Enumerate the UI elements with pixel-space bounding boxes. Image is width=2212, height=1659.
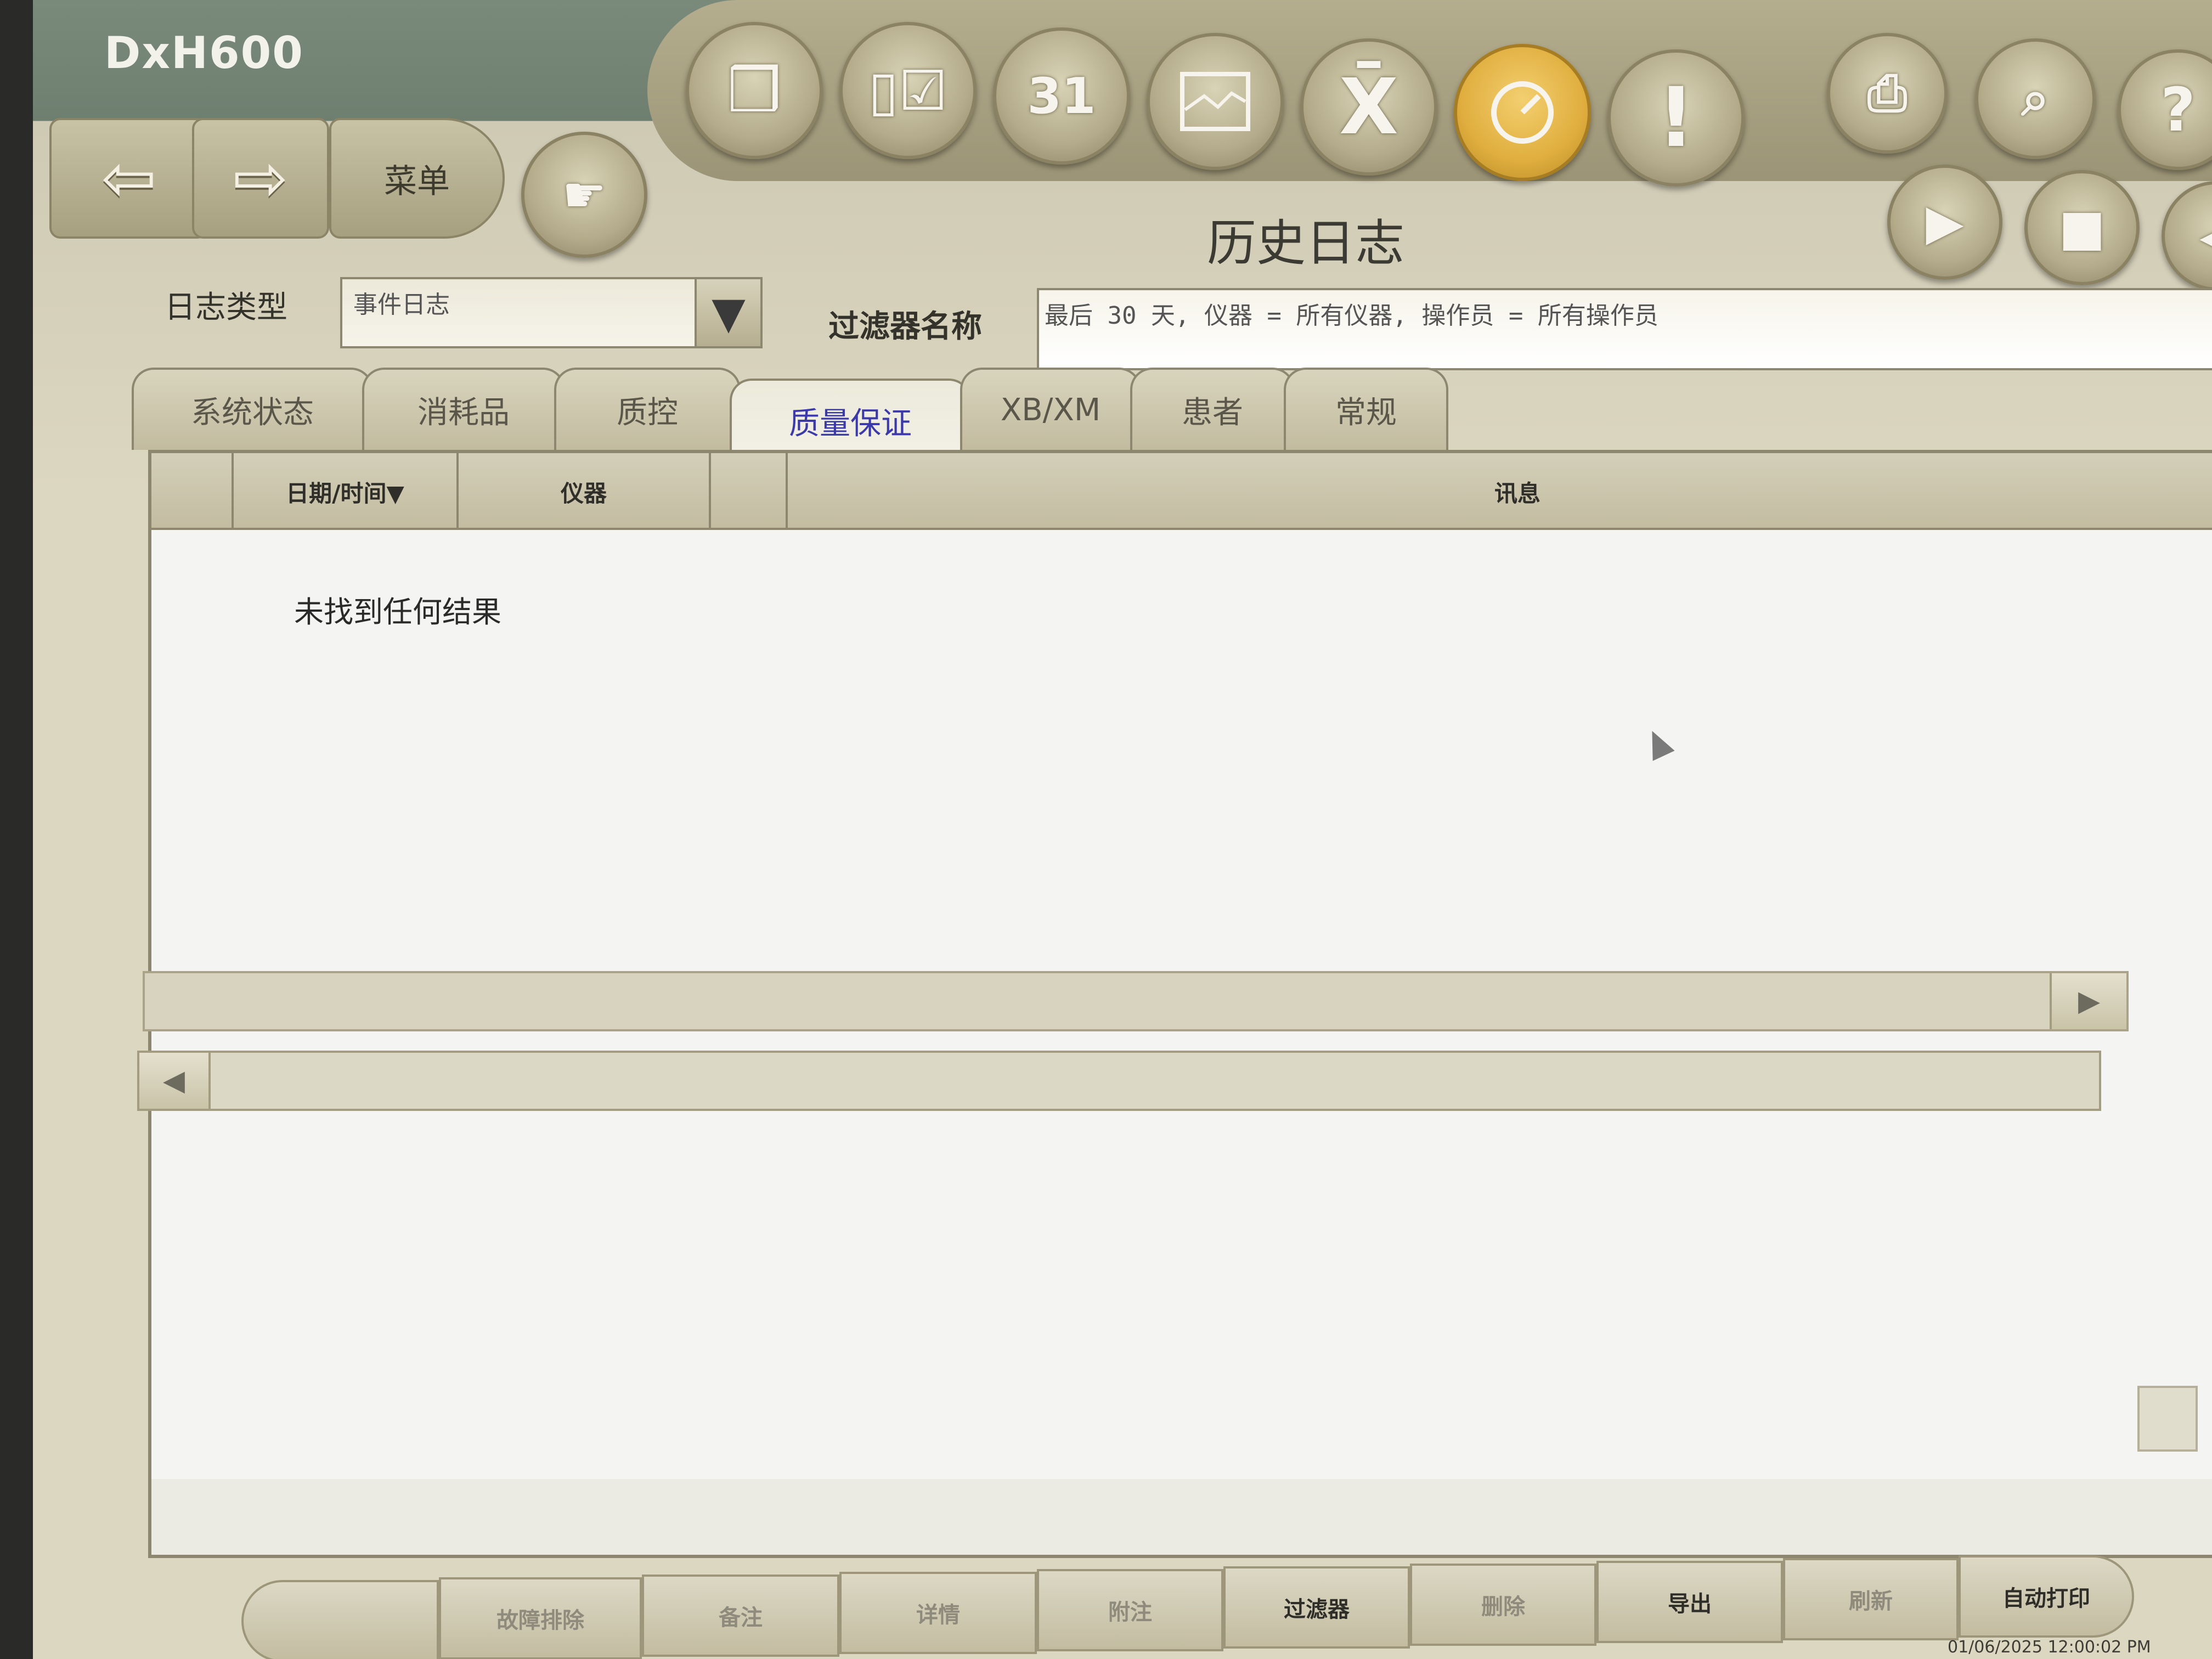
forward-button[interactable]: ⇨ — [192, 118, 329, 239]
print-button[interactable]: ⎙ — [1827, 33, 1948, 154]
play-icon: ▶ — [1926, 193, 1964, 251]
menu-label: 菜单 — [384, 162, 450, 201]
horizontal-scrollbar[interactable]: ◀ — [137, 1051, 2101, 1111]
hand-button[interactable]: ☛ — [521, 132, 647, 258]
column-header-message[interactable]: 讯息 — [788, 453, 2212, 530]
app-title: DxH600 — [104, 27, 304, 78]
x-bar-button[interactable]: X̄ — [1300, 38, 1437, 176]
tab-xb-xm[interactable]: XB/XM — [960, 368, 1141, 450]
column-header-blank-2[interactable] — [711, 453, 788, 530]
tab-label: 质控 — [617, 394, 678, 431]
empty-message: 未找到任何结果 — [294, 595, 501, 629]
speaker-icon: ◀ — [2199, 211, 2212, 262]
tab-system-status[interactable]: 系统状态 — [132, 368, 373, 450]
note-button[interactable]: 备注 — [642, 1575, 839, 1657]
back-button[interactable]: ⇦ — [49, 118, 208, 239]
search-icon: ⌕ — [2021, 70, 2050, 127]
play-button[interactable]: ▶ — [1887, 165, 2002, 280]
tube-check-icon: ▯☑ — [868, 58, 948, 123]
log-type-value: 事件日志 — [353, 291, 450, 319]
x-bar-icon: X̄ — [1339, 62, 1398, 152]
scroll-left-icon[interactable]: ◀ — [139, 1053, 211, 1109]
filter-name-value: 最后 30 天, 仪器 = 所有仪器, 操作员 = 所有操作员 — [1045, 302, 1658, 330]
blank-button[interactable] — [241, 1580, 439, 1659]
filter-name-field: 最后 30 天, 仪器 = 所有仪器, 操作员 = 所有操作员 — [1037, 288, 2212, 370]
status-clock: 01/06/2025 12:00:02 PM — [1948, 1638, 2151, 1657]
bottom-button-bar: 故障排除 备注 详情 附注 过滤器 删除 导出 刷新 自动打印 — [241, 1555, 2194, 1659]
tab-label: 质量保证 — [789, 405, 912, 442]
cubes-button[interactable]: ❒ — [686, 22, 823, 159]
details-button[interactable]: 详情 — [839, 1572, 1037, 1654]
log-type-label: 日志类型 — [165, 290, 287, 325]
hand-icon: ☛ — [562, 166, 607, 224]
filter-name-label: 过滤器名称 — [828, 309, 982, 345]
scroll-right-icon[interactable]: ▶ — [2050, 973, 2126, 1029]
delete-button[interactable]: 删除 — [1410, 1564, 1596, 1646]
stop-button[interactable]: ■ — [2024, 170, 2140, 285]
cubes-icon: ❒ — [727, 55, 782, 126]
gauge-icon — [1491, 81, 1554, 144]
tab-consumables[interactable]: 消耗品 — [362, 368, 565, 450]
auto-print-button[interactable]: 自动打印 — [1959, 1555, 2134, 1638]
tab-qc[interactable]: 质控 — [554, 368, 741, 450]
tab-label: 患者 — [1182, 394, 1243, 431]
annotation-button[interactable]: 附注 — [1037, 1569, 1223, 1651]
help-icon: ? — [2160, 75, 2196, 145]
stop-icon: ■ — [2058, 199, 2106, 257]
page-title: 历史日志 — [1207, 215, 1404, 272]
calendar-button[interactable]: 31 — [993, 27, 1130, 165]
vertical-scrollbar-thumb[interactable] — [2137, 1386, 2198, 1452]
speaker-button[interactable]: ◀ — [2162, 181, 2212, 291]
forward-arrow-icon: ⇨ — [233, 140, 289, 217]
tab-general[interactable]: 常规 — [1284, 368, 1448, 450]
calendar-icon: 31 — [1027, 67, 1096, 125]
tab-quality-assurance[interactable]: 质量保证 — [730, 379, 971, 461]
tab-label: 消耗品 — [417, 394, 510, 431]
export-button[interactable]: 导出 — [1596, 1561, 1783, 1643]
refresh-button[interactable]: 刷新 — [1783, 1558, 1959, 1640]
chart-button[interactable] — [1147, 33, 1284, 170]
filter-button[interactable]: 过滤器 — [1223, 1566, 1410, 1649]
screen: DxH600 ⇦ ⇨ 菜单 ☛ ❒ ▯☑ 31 X̄ ! ⎙ ⌕ ? ▶ ■ 历… — [33, 0, 2212, 1659]
search-button[interactable]: ⌕ — [1975, 38, 2096, 159]
tab-patient[interactable]: 患者 — [1130, 368, 1295, 450]
tube-check-button[interactable]: ▯☑ — [839, 22, 977, 159]
column-header-datetime[interactable]: 日期/时间▼ — [234, 453, 459, 530]
tab-label: 常规 — [1335, 394, 1397, 431]
table-header: 日期/时间▼ 仪器 讯息 — [151, 453, 2212, 530]
menu-button[interactable]: 菜单 — [329, 118, 505, 239]
tab-label: XB/XM — [1000, 392, 1101, 428]
alert-button[interactable]: ! — [1607, 49, 1745, 187]
column-header-instrument[interactable]: 仪器 — [459, 453, 711, 530]
chevron-down-icon[interactable]: ▼ — [695, 279, 760, 346]
tab-bar: 系统状态 消耗品 质控 质量保证 XB/XM 患者 常规 — [132, 368, 2212, 461]
alert-icon: ! — [1657, 70, 1695, 166]
back-arrow-icon: ⇦ — [101, 140, 157, 217]
column-header-blank — [151, 453, 234, 530]
print-icon: ⎙ — [1867, 64, 1907, 122]
gauge-button[interactable] — [1454, 44, 1591, 181]
troubleshoot-button[interactable]: 故障排除 — [439, 1577, 642, 1659]
tab-label: 系统状态 — [191, 394, 314, 431]
horizontal-scrollbar-upper[interactable]: ▶ — [143, 971, 2129, 1031]
chart-icon — [1180, 72, 1250, 131]
log-type-select[interactable]: 事件日志 ▼ — [340, 277, 763, 348]
